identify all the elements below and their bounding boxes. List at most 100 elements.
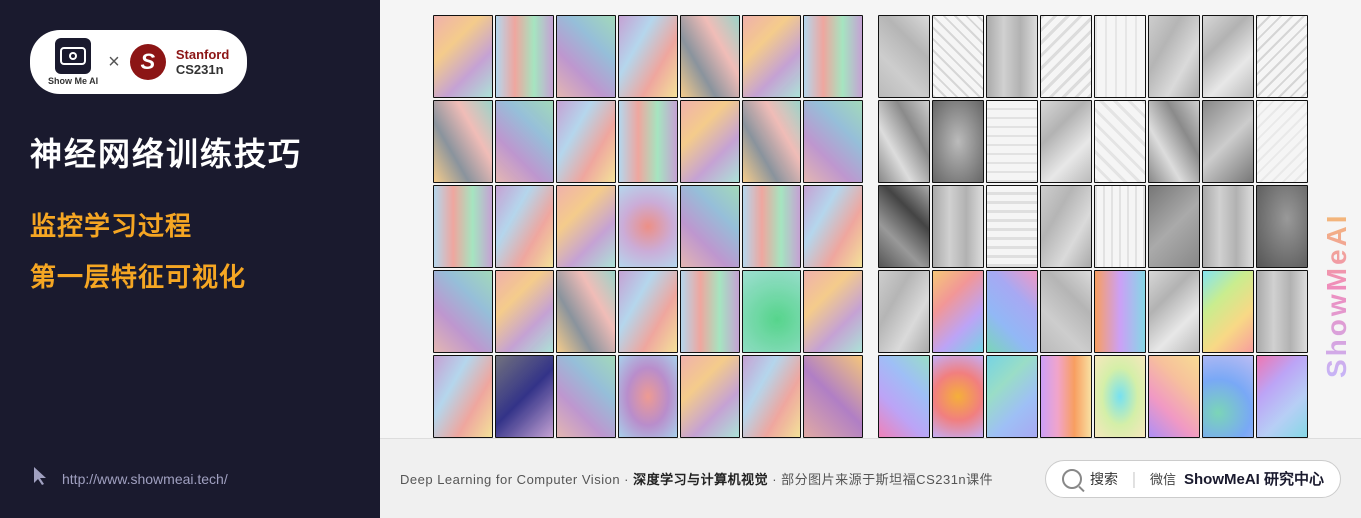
highlight-section: 监控学习过程 第一层特征可视化 — [30, 206, 350, 294]
showmeai-logo: Show Me AI — [48, 38, 98, 86]
grid-cell — [618, 185, 678, 268]
grid-cell — [1202, 185, 1254, 268]
grid-cell — [495, 270, 555, 353]
grid-cell — [1256, 15, 1308, 98]
grid-cell — [1094, 355, 1146, 438]
brand-name: ShowMeAI 研究中心 — [1184, 468, 1324, 489]
bottom-area: Deep Learning for Computer Vision · 深度学习… — [380, 438, 1361, 518]
showmeai-icon — [55, 38, 91, 74]
grid-cell — [1040, 185, 1092, 268]
grid-cell — [1040, 15, 1092, 98]
right-image-grid — [878, 15, 1308, 438]
grid-cell — [495, 15, 555, 98]
main-title: 神经网络训练技巧 — [30, 134, 350, 176]
stanford-s-logo: S — [130, 44, 166, 80]
grid-cell — [932, 15, 984, 98]
grid-cell — [433, 355, 493, 438]
highlight-text-2: 第一层特征可视化 — [30, 257, 350, 294]
caption-suffix: · 部分图片来源于斯坦福CS231n课件 — [768, 472, 993, 487]
grid-cell — [680, 100, 740, 183]
grid-cell — [803, 15, 863, 98]
grid-cell — [742, 270, 802, 353]
grid-cell — [878, 270, 930, 353]
grid-cell — [878, 15, 930, 98]
grid-cell — [618, 270, 678, 353]
grid-cell — [1148, 15, 1200, 98]
left-image-grid — [433, 15, 863, 438]
grid-cell — [1256, 270, 1308, 353]
grid-cell — [878, 185, 930, 268]
grid-cell — [680, 185, 740, 268]
grid-cell — [495, 185, 555, 268]
grid-cell — [878, 100, 930, 183]
grid-cell — [618, 355, 678, 438]
grid-cell — [932, 185, 984, 268]
right-panel: ShowMeAI Deep Learning for Computer Visi… — [380, 0, 1361, 518]
grid-cell — [803, 355, 863, 438]
grid-cell — [1094, 270, 1146, 353]
grid-cell — [986, 355, 1038, 438]
grid-cell — [803, 100, 863, 183]
grid-cell — [680, 355, 740, 438]
grid-cell — [803, 270, 863, 353]
grid-cell — [1094, 185, 1146, 268]
search-icon — [1062, 469, 1082, 489]
grid-cell — [1094, 100, 1146, 183]
grid-cell — [803, 185, 863, 268]
stanford-name: Stanford — [176, 47, 229, 62]
stanford-text: Stanford CS231n — [176, 47, 229, 77]
grid-cell — [742, 185, 802, 268]
wechat-label: 微信 — [1150, 469, 1176, 488]
grid-cell — [556, 355, 616, 438]
grid-cell — [742, 100, 802, 183]
grid-cell — [1148, 355, 1200, 438]
grid-cell — [1148, 270, 1200, 353]
grid-cell — [1202, 15, 1254, 98]
grid-cell — [1094, 15, 1146, 98]
grid-cell — [433, 15, 493, 98]
showmeai-label: Show Me AI — [48, 76, 98, 86]
grid-cell — [932, 100, 984, 183]
grid-cell — [1256, 185, 1308, 268]
grid-cell — [556, 15, 616, 98]
search-label: 搜索 — [1090, 469, 1118, 489]
watermark: ShowMeAI — [1321, 20, 1353, 378]
grid-cell — [495, 100, 555, 183]
grid-cell — [742, 15, 802, 98]
grid-cell — [433, 270, 493, 353]
images-area: ShowMeAI — [380, 0, 1361, 438]
bottom-caption: Deep Learning for Computer Vision · 深度学习… — [400, 469, 993, 488]
grid-cell — [1202, 270, 1254, 353]
caption-prefix: Deep Learning for Computer Vision · — [400, 472, 633, 487]
grid-cell — [556, 270, 616, 353]
grid-cell — [680, 270, 740, 353]
grid-cell — [986, 100, 1038, 183]
grid-cell — [986, 270, 1038, 353]
grid-cell — [742, 355, 802, 438]
times-sign: × — [108, 51, 120, 74]
grid-cell — [878, 355, 930, 438]
grid-cell — [1148, 100, 1200, 183]
grid-cell — [618, 15, 678, 98]
search-divider: ｜ — [1126, 467, 1142, 491]
grid-cell — [433, 185, 493, 268]
search-box[interactable]: 搜索 ｜ 微信 ShowMeAI 研究中心 — [1045, 460, 1341, 498]
grid-cell — [1202, 100, 1254, 183]
grid-cell — [1040, 355, 1092, 438]
grid-cell — [1148, 185, 1200, 268]
grid-cell — [1202, 355, 1254, 438]
grid-cell — [433, 100, 493, 183]
website-url: http://www.showmeai.tech/ — [62, 471, 228, 487]
caption-bold: 深度学习与计算机视觉 — [633, 472, 768, 487]
grid-cell — [986, 15, 1038, 98]
grid-cell — [1040, 100, 1092, 183]
grid-cell — [932, 355, 984, 438]
website-area[interactable]: http://www.showmeai.tech/ — [30, 465, 228, 493]
grid-cell — [1256, 355, 1308, 438]
stanford-course: CS231n — [176, 62, 229, 77]
grid-cell — [986, 185, 1038, 268]
grid-cell — [556, 100, 616, 183]
grid-cell — [556, 185, 616, 268]
grid-cell — [495, 355, 555, 438]
grid-cell — [680, 15, 740, 98]
